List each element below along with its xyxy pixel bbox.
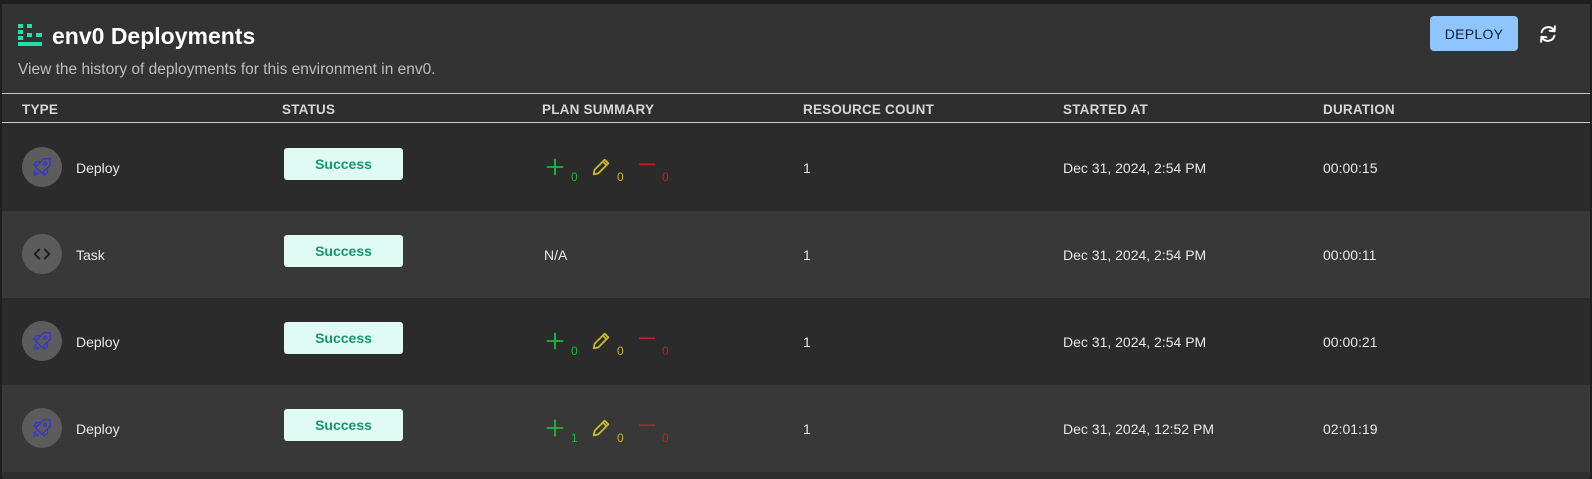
deployment-type-label: Deploy	[76, 160, 120, 176]
table-row[interactable]: Task Success N/A 1 Dec 31, 2024, 2:54 PM…	[2, 211, 1590, 298]
plan-summary-na: N/A	[544, 247, 568, 263]
deploy-button[interactable]: DEPLOY	[1430, 16, 1518, 51]
resource-count: 1	[803, 421, 811, 437]
deployment-type-label: Deploy	[76, 421, 120, 437]
started-at: Dec 31, 2024, 2:54 PM	[1063, 334, 1207, 350]
refresh-button[interactable]	[1535, 21, 1561, 47]
panel-header: env0 Deployments View the history of dep…	[2, 4, 1590, 93]
resource-count: 1	[803, 334, 811, 350]
plan-destroy-count: 0	[662, 170, 669, 184]
env0-logo-icon	[18, 24, 42, 46]
deployment-type-avatar	[22, 408, 62, 448]
plan-change-count: 0	[617, 344, 624, 358]
pencil-icon	[592, 419, 610, 437]
plan-change-count: 0	[617, 431, 624, 445]
plan-summary: 1 0 0	[544, 417, 684, 447]
table-header: TYPE STATUS PLAN SUMMARY RESOURCE COUNT …	[2, 93, 1590, 123]
rocket-icon	[33, 419, 51, 437]
status-badge: Success	[284, 322, 403, 354]
rocket-icon	[33, 158, 51, 176]
pencil-icon	[592, 158, 610, 176]
deployment-type-avatar	[22, 321, 62, 361]
minus-icon	[638, 163, 656, 166]
deployment-type-avatar	[22, 147, 62, 187]
plan-summary: 0 0 0	[544, 156, 684, 186]
plan-summary: 0 0 0	[544, 330, 684, 360]
plan-change-count: 0	[617, 170, 624, 184]
page-title: env0 Deployments	[52, 23, 256, 49]
minus-icon	[638, 424, 656, 427]
duration: 00:00:21	[1323, 334, 1378, 350]
status-badge: Success	[284, 235, 403, 267]
deployments-panel: env0 Deployments View the history of dep…	[2, 4, 1590, 479]
plus-icon	[546, 158, 564, 176]
resource-count: 1	[803, 160, 811, 176]
table-row[interactable]: Deploy Success 0 0 0 1 Dec 31, 2024, 2:5…	[2, 124, 1590, 211]
deployment-type-label: Task	[76, 247, 105, 263]
column-header-resource-count[interactable]: RESOURCE COUNT	[803, 102, 934, 117]
refresh-icon	[1540, 25, 1556, 43]
plus-icon	[546, 332, 564, 350]
started-at: Dec 31, 2024, 12:52 PM	[1063, 421, 1214, 437]
duration: 00:00:11	[1323, 247, 1377, 263]
started-at: Dec 31, 2024, 2:54 PM	[1063, 247, 1207, 263]
column-header-started-at[interactable]: STARTED AT	[1063, 102, 1148, 117]
plan-add-count: 1	[571, 431, 578, 445]
plan-add-count: 0	[571, 344, 578, 358]
column-header-type[interactable]: TYPE	[22, 102, 58, 117]
column-header-status[interactable]: STATUS	[282, 102, 335, 117]
pencil-icon	[592, 332, 610, 350]
page-subtitle: View the history of deployments for this…	[18, 61, 436, 78]
plan-destroy-count: 0	[662, 431, 669, 445]
deployment-type-avatar	[22, 234, 62, 274]
column-header-plan-summary[interactable]: PLAN SUMMARY	[542, 102, 654, 117]
duration: 02:01:19	[1323, 421, 1378, 437]
plus-icon	[546, 419, 564, 437]
code-icon	[33, 248, 51, 260]
status-badge: Success	[284, 148, 403, 180]
minus-icon	[638, 337, 656, 340]
resource-count: 1	[803, 247, 811, 263]
plan-destroy-count: 0	[662, 344, 669, 358]
deployment-type-label: Deploy	[76, 334, 120, 350]
column-header-duration[interactable]: DURATION	[1323, 102, 1395, 117]
duration: 00:00:15	[1323, 160, 1378, 176]
table-row[interactable]: Deploy Success 0 0 0 1 Dec 31, 2024, 2:5…	[2, 298, 1590, 385]
status-badge: Success	[284, 409, 403, 441]
rocket-icon	[33, 332, 51, 350]
plan-add-count: 0	[571, 170, 578, 184]
table-row[interactable]: Deploy Success 1 0 0 1 Dec 31, 2024, 12:…	[2, 385, 1590, 472]
started-at: Dec 31, 2024, 2:54 PM	[1063, 160, 1207, 176]
